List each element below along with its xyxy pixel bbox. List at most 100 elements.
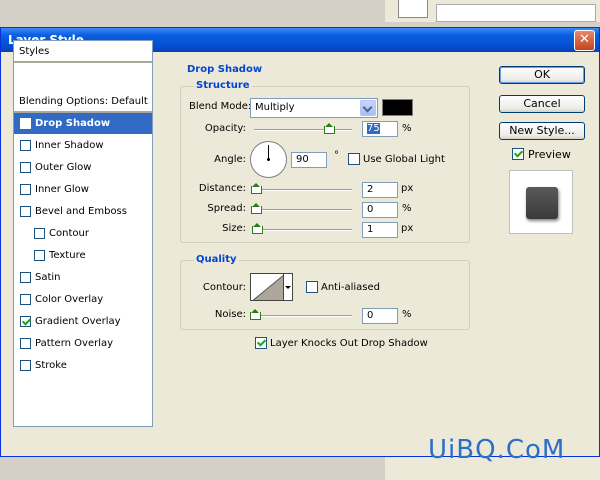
style-checkbox[interactable] [20, 118, 31, 129]
noise-slider-track[interactable] [254, 315, 352, 317]
spread-unit: % [402, 203, 412, 214]
style-checkbox[interactable] [34, 228, 45, 239]
preview-label: Preview [528, 148, 571, 161]
style-checkbox[interactable] [20, 360, 31, 371]
styles-list-header: Styles [14, 41, 152, 63]
opacity-slider-thumb[interactable] [323, 123, 335, 134]
spread-label: Spread: [207, 203, 246, 214]
style-checkbox[interactable] [20, 272, 31, 283]
angle-dial[interactable] [250, 141, 287, 178]
use-global-light-checkbox[interactable] [348, 153, 360, 165]
contour-label: Contour: [202, 282, 246, 293]
style-checkbox[interactable] [20, 162, 31, 173]
style-item-label: Inner Shadow [35, 140, 104, 151]
cancel-button[interactable]: Cancel [499, 95, 585, 113]
close-button[interactable]: ✕ [574, 30, 595, 51]
contour-dropdown[interactable] [284, 273, 293, 301]
angle-unit: ° [334, 150, 339, 161]
chevron-down-icon[interactable] [360, 100, 376, 116]
opacity-unit: % [402, 123, 412, 134]
style-item-label: Contour [49, 228, 89, 239]
preview-swatch [526, 187, 558, 219]
opacity-label: Opacity: [204, 123, 246, 134]
quality-title: Quality [194, 254, 239, 265]
style-checkbox[interactable] [20, 294, 31, 305]
noise-input[interactable]: 0 [362, 308, 398, 324]
style-checkbox[interactable] [20, 338, 31, 349]
structure-title: Structure [194, 80, 252, 91]
size-slider-thumb[interactable] [252, 223, 263, 234]
use-global-light-label: Use Global Light [363, 154, 445, 165]
style-checkbox[interactable] [20, 184, 31, 195]
style-item-label: Blending Options: Default [19, 96, 148, 107]
style-item-contour[interactable]: Contour [14, 223, 152, 245]
style-checkbox[interactable] [34, 250, 45, 261]
blend-mode-select[interactable]: Multiply [250, 98, 378, 118]
spread-slider-thumb[interactable] [251, 203, 262, 214]
style-item-blending-options-default[interactable]: Blending Options: Default [14, 91, 152, 113]
style-item-inner-shadow[interactable]: Inner Shadow [14, 135, 152, 157]
angle-dial-center [267, 158, 270, 161]
new-style-button[interactable]: New Style... [499, 122, 585, 140]
size-input[interactable]: 1 [362, 222, 398, 238]
style-item-label: Drop Shadow [35, 118, 111, 129]
ok-button[interactable]: OK [499, 66, 585, 84]
background-info-panel [436, 4, 596, 22]
distance-input[interactable]: 2 [362, 182, 398, 198]
spread-slider-track[interactable] [254, 209, 352, 211]
styles-header-label: Styles [19, 46, 50, 57]
anti-aliased-checkbox[interactable] [306, 281, 318, 293]
opacity-slider-track[interactable] [254, 129, 352, 131]
angle-label: Angle: [214, 154, 246, 165]
style-checkbox[interactable] [20, 316, 31, 327]
style-item-label: Satin [35, 272, 61, 283]
style-item-gradient-overlay[interactable]: Gradient Overlay [14, 311, 152, 333]
style-item-drop-shadow[interactable]: Drop Shadow [14, 113, 152, 135]
shadow-color-swatch[interactable] [382, 99, 413, 116]
style-item-label: Stroke [35, 360, 67, 371]
style-item-label: Outer Glow [35, 162, 92, 173]
distance-unit: px [401, 183, 414, 194]
background-tool-icon [398, 0, 428, 18]
size-unit: px [401, 223, 414, 234]
spread-input[interactable]: 0 [362, 202, 398, 218]
noise-unit: % [402, 309, 412, 320]
blend-mode-label: Blend Mode: [189, 101, 252, 112]
style-checkbox[interactable] [20, 140, 31, 151]
style-preview [509, 170, 573, 234]
style-item-outer-glow[interactable]: Outer Glow [14, 157, 152, 179]
style-item-pattern-overlay[interactable]: Pattern Overlay [14, 333, 152, 355]
drop-shadow-title: Drop Shadow [185, 64, 265, 75]
style-item-inner-glow[interactable]: Inner Glow [14, 179, 152, 201]
distance-label: Distance: [198, 183, 246, 194]
style-item-label: Inner Glow [35, 184, 89, 195]
noise-slider-thumb[interactable] [250, 309, 261, 320]
anti-aliased-label: Anti-aliased [321, 282, 381, 293]
style-item-bevel-and-emboss[interactable]: Bevel and Emboss [14, 201, 152, 223]
size-slider-track[interactable] [254, 229, 352, 231]
watermark-logo: UiBQ.CoM [428, 435, 566, 465]
angle-input[interactable]: 90 [291, 152, 327, 168]
size-label: Size: [222, 223, 246, 234]
noise-label: Noise: [214, 309, 246, 320]
distance-slider-thumb[interactable] [251, 183, 262, 194]
distance-slider-track[interactable] [254, 189, 352, 191]
style-checkbox[interactable] [20, 206, 31, 217]
layer-knocks-out-checkbox[interactable] [255, 337, 267, 349]
styles-list: Styles Blending Options: Default Drop Shad… [13, 40, 153, 427]
contour-curve-icon [252, 274, 283, 300]
style-item-label: Pattern Overlay [35, 338, 114, 349]
preview-checkbox[interactable] [512, 148, 524, 160]
style-item-satin[interactable]: Satin [14, 267, 152, 289]
opacity-input[interactable]: 75 [362, 121, 398, 137]
close-icon: ✕ [579, 32, 590, 47]
style-item-color-overlay[interactable]: Color Overlay [14, 289, 152, 311]
style-item-label: Color Overlay [35, 294, 104, 305]
style-item-label: Bevel and Emboss [35, 206, 127, 217]
contour-preview[interactable] [250, 273, 284, 301]
layer-knocks-out-label: Layer Knocks Out Drop Shadow [270, 338, 428, 349]
style-item-texture[interactable]: Texture [14, 245, 152, 267]
style-item-label: Texture [49, 250, 86, 261]
style-item-label: Gradient Overlay [35, 316, 121, 327]
style-item-stroke[interactable]: Stroke [14, 355, 152, 377]
